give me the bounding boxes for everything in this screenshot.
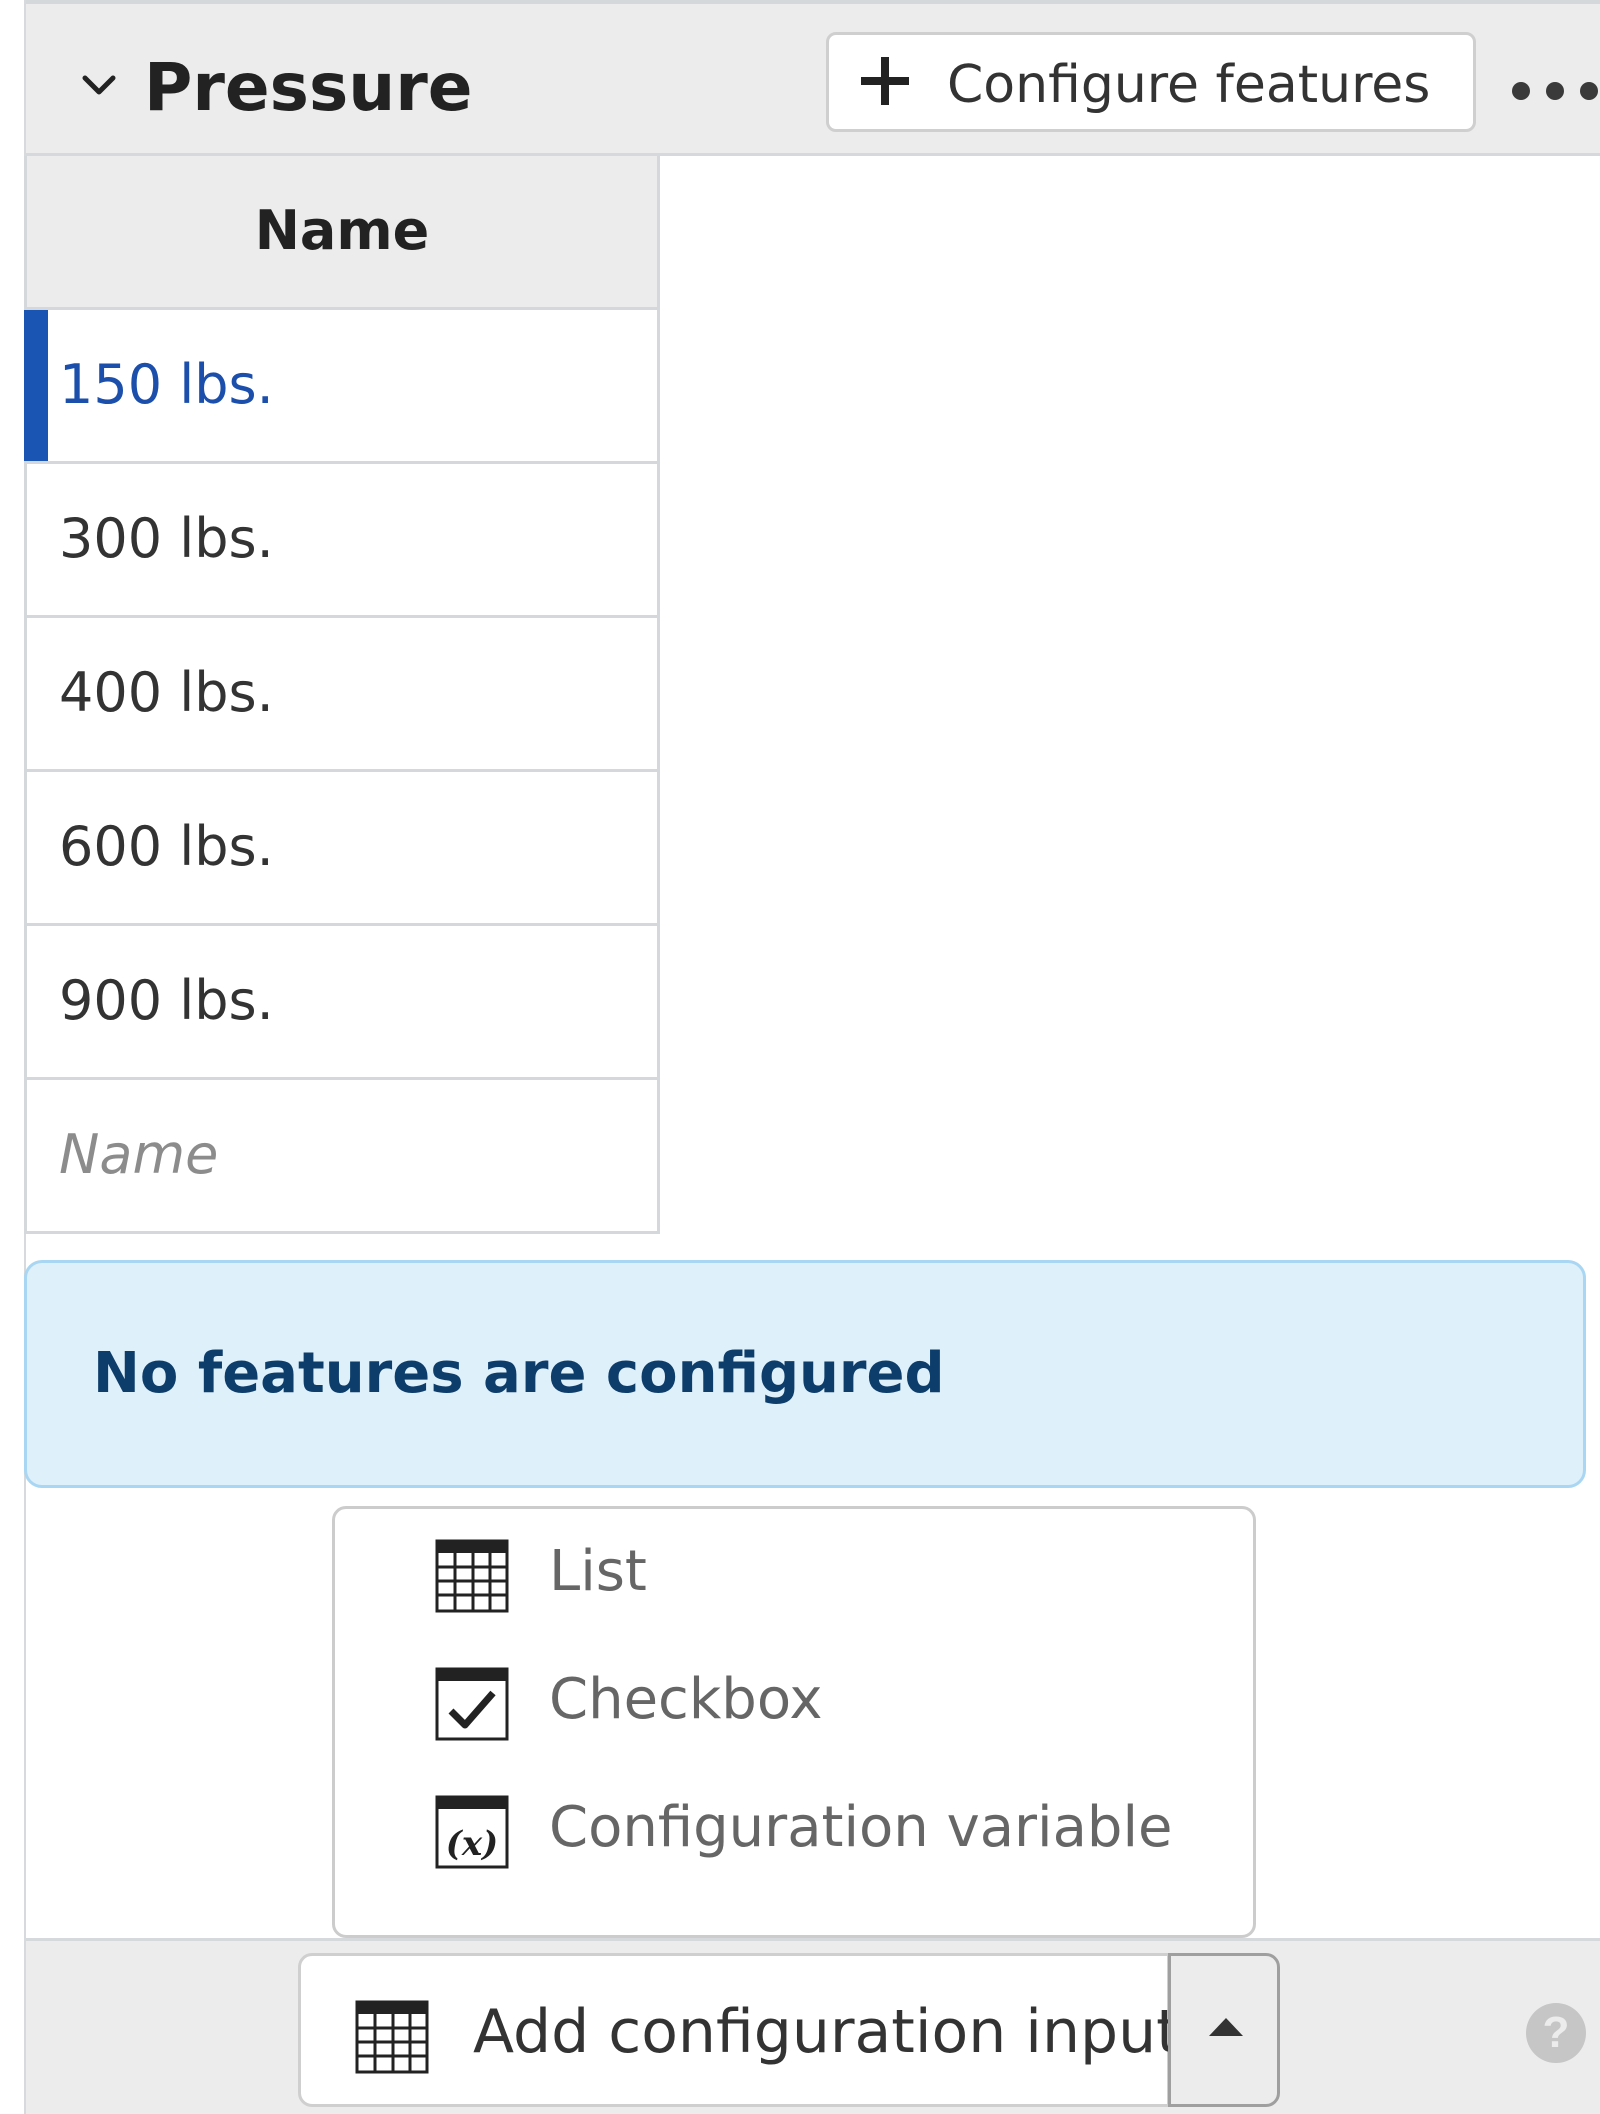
add-input-menu: List Checkbox (x) Configuration variable <box>332 1506 1256 1938</box>
table-row[interactable]: 900 lbs. <box>24 926 660 1080</box>
new-row-placeholder: Name <box>59 1123 219 1186</box>
configuration-table: Name 150 lbs. 300 lbs. 400 lbs. 600 lbs.… <box>24 156 660 1234</box>
chevron-down-icon[interactable] <box>82 74 116 96</box>
plus-icon <box>861 57 909 105</box>
table-row[interactable]: 600 lbs. <box>24 772 660 926</box>
help-glyph: ? <box>1542 2008 1570 2057</box>
selection-indicator <box>24 310 48 461</box>
footer-bar: Add configuration input ? <box>26 1938 1600 2114</box>
menu-item-label: Configuration variable <box>549 1795 1173 1860</box>
configuration-header: Pressure Configure features <box>26 4 1600 156</box>
dot <box>1546 82 1564 100</box>
more-options-icon[interactable] <box>1512 74 1600 108</box>
new-row-input[interactable]: Name <box>24 1080 660 1234</box>
dot <box>1580 82 1598 100</box>
row-value: 300 lbs. <box>59 507 274 570</box>
row-value: 900 lbs. <box>59 969 274 1032</box>
menu-item-list[interactable]: List <box>335 1509 1253 1637</box>
row-value: 400 lbs. <box>59 661 274 724</box>
menu-item-checkbox[interactable]: Checkbox <box>335 1637 1253 1765</box>
row-value: 150 lbs. <box>59 353 274 416</box>
help-icon[interactable]: ? <box>1526 2003 1586 2063</box>
svg-text:(x): (x) <box>446 1824 498 1864</box>
menu-item-label: List <box>549 1539 647 1604</box>
table-row[interactable]: 300 lbs. <box>24 464 660 618</box>
no-features-notice: No features are configured <box>24 1260 1586 1488</box>
checkbox-icon <box>435 1667 509 1741</box>
configure-features-label: Configure features <box>947 55 1431 115</box>
table-icon <box>435 1539 509 1613</box>
caret-up-icon <box>1209 2018 1243 2036</box>
table-row[interactable]: 400 lbs. <box>24 618 660 772</box>
dot <box>1512 82 1530 100</box>
add-configuration-input-button[interactable]: Add configuration input <box>298 1953 1180 2107</box>
add-input-dropdown-toggle[interactable] <box>1168 1953 1280 2107</box>
row-value: 600 lbs. <box>59 815 274 878</box>
configure-features-button[interactable]: Configure features <box>826 32 1476 132</box>
menu-item-label: Checkbox <box>549 1667 823 1732</box>
table-icon <box>355 2000 429 2074</box>
notice-text: No features are configured <box>93 1341 945 1406</box>
add-configuration-input-label: Add configuration input <box>473 1997 1180 2067</box>
table-row[interactable]: 150 lbs. <box>24 310 660 464</box>
configuration-title: Pressure <box>144 49 473 126</box>
variable-icon: (x) <box>435 1795 509 1869</box>
name-column-header: Name <box>24 156 660 310</box>
menu-item-configuration-variable[interactable]: (x) Configuration variable <box>335 1765 1253 1893</box>
